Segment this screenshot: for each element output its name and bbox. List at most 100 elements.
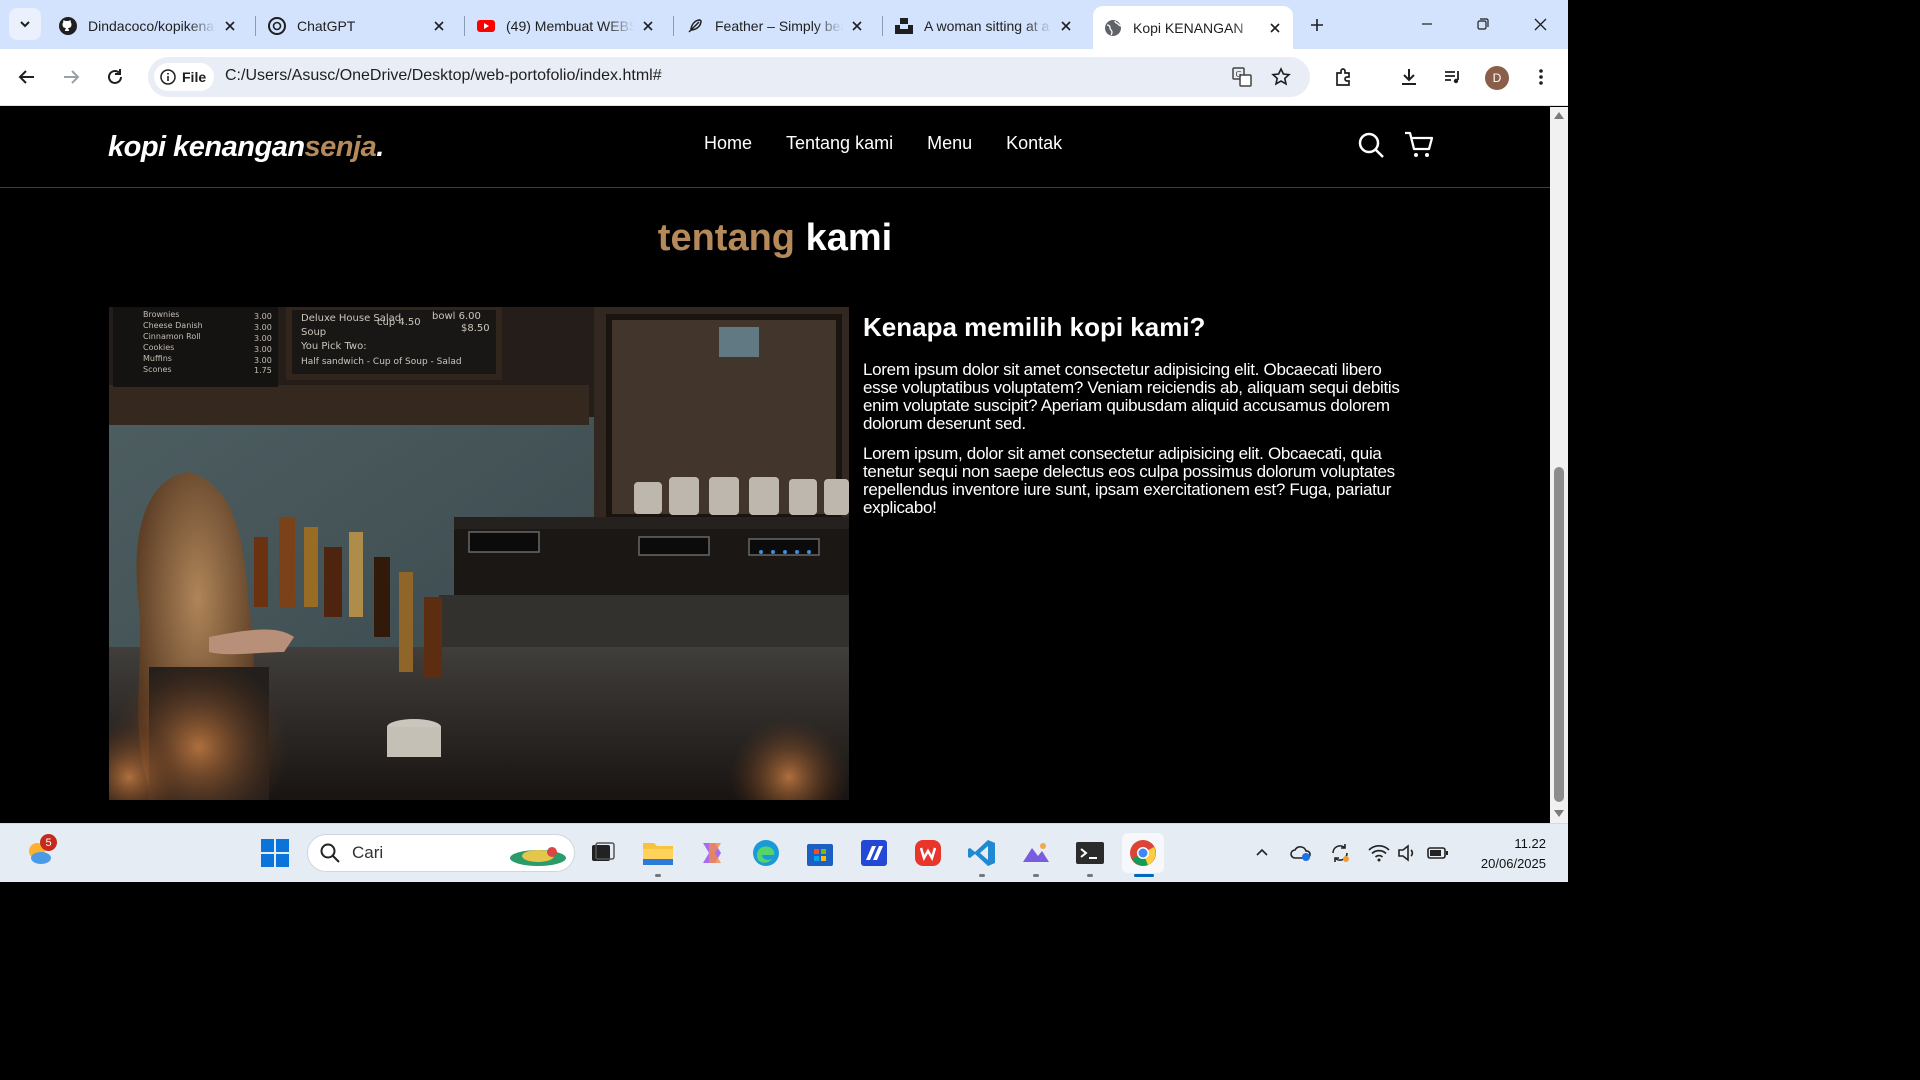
onedrive-tray[interactable] xyxy=(1289,841,1313,865)
profile-avatar[interactable]: D xyxy=(1485,66,1509,90)
wifi-icon xyxy=(1368,844,1390,862)
app-button[interactable] xyxy=(854,833,894,873)
scroll-down-arrow-icon[interactable] xyxy=(1554,810,1564,817)
nav-home[interactable]: Home xyxy=(704,133,752,154)
reload-button[interactable] xyxy=(99,61,131,93)
reload-icon xyxy=(106,68,124,86)
tab-youtube[interactable]: (49) Membuat WEBSITE xyxy=(466,8,666,43)
edge-icon xyxy=(751,838,781,868)
taskbar-search[interactable]: Cari xyxy=(307,834,575,872)
info-icon xyxy=(160,69,176,85)
tab-title: Feather – Simply beautiful xyxy=(715,17,843,34)
edge-button[interactable] xyxy=(746,833,786,873)
chevron-up-icon xyxy=(1255,846,1269,860)
translate-icon[interactable]: G xyxy=(1230,65,1254,89)
copilot-icon xyxy=(697,838,727,868)
about-content: Kenapa memilih kopi kami? Lorem ipsum do… xyxy=(863,312,1418,529)
scroll-up-arrow-icon[interactable] xyxy=(1554,112,1564,119)
bookmark-star-icon[interactable] xyxy=(1269,65,1293,89)
taskbar-search-placeholder: Cari xyxy=(352,843,384,862)
store-button[interactable] xyxy=(800,833,840,873)
forward-button[interactable] xyxy=(55,61,87,93)
windows-taskbar: 5 Cari 11.22 20/06/2025 xyxy=(0,823,1568,882)
page-scrollbar[interactable] xyxy=(1550,107,1568,823)
github-icon xyxy=(58,16,78,36)
start-button[interactable] xyxy=(255,833,295,873)
site-logo[interactable]: kopi kenangansenja. xyxy=(108,131,384,164)
battery-icon xyxy=(1427,846,1449,860)
restore-icon xyxy=(1477,18,1489,30)
url-text[interactable]: C:/Users/Asusc/OneDrive/Desktop/web-port… xyxy=(225,67,662,85)
tab-kopi-kenangan[interactable]: Kopi KENANGAN xyxy=(1093,6,1293,49)
copilot-button[interactable] xyxy=(692,833,732,873)
wps-office-button[interactable] xyxy=(908,833,948,873)
tab-feather[interactable]: Feather – Simply beautiful xyxy=(675,8,875,43)
close-icon[interactable] xyxy=(431,18,447,34)
vscode-icon xyxy=(967,838,997,868)
nav-kontak[interactable]: Kontak xyxy=(1006,133,1062,154)
site-info-chip[interactable]: File xyxy=(154,63,214,91)
terminal-button[interactable] xyxy=(1070,833,1110,873)
site-info-label: File xyxy=(182,69,207,85)
logo-accent: senja xyxy=(304,131,377,163)
tab-title: ChatGPT xyxy=(297,17,356,34)
tab-title: Kopi KENANGAN xyxy=(1133,19,1244,36)
search-icon[interactable] xyxy=(1355,129,1387,161)
plus-icon xyxy=(1310,18,1324,32)
tab-chatgpt[interactable]: ChatGPT xyxy=(257,8,457,43)
logo-main: kopi kenangan xyxy=(108,131,305,163)
tab-title: A woman sitting at a xyxy=(924,17,1050,34)
playlist-icon xyxy=(1443,67,1463,87)
battery-tray[interactable] xyxy=(1426,841,1450,865)
sync-tray[interactable] xyxy=(1328,841,1352,865)
about-heading: Kenapa memilih kopi kami? xyxy=(863,312,1206,342)
browser-toolbar: File C:/Users/Asusc/OneDrive/Desktop/web… xyxy=(0,49,1568,106)
task-view-button[interactable] xyxy=(583,833,623,873)
wifi-tray[interactable] xyxy=(1367,841,1391,865)
site-navbar: kopi kenangansenja. Home Tentang kami Me… xyxy=(0,107,1550,188)
chrome-button[interactable] xyxy=(1122,833,1164,873)
tab-title: (49) Membuat WEBSITE xyxy=(506,17,634,34)
speaker-icon xyxy=(1397,844,1419,862)
close-icon[interactable] xyxy=(222,18,238,34)
wps-icon xyxy=(913,838,943,868)
back-button[interactable] xyxy=(11,61,43,93)
scrollbar-thumb[interactable] xyxy=(1554,467,1564,802)
chevron-down-icon xyxy=(18,17,32,31)
terminal-icon xyxy=(1075,840,1105,866)
task-view-icon xyxy=(590,840,616,866)
tab-unsplash[interactable]: A woman sitting at a xyxy=(884,8,1084,43)
minimize-button[interactable] xyxy=(1413,10,1441,38)
restore-button[interactable] xyxy=(1469,10,1497,38)
web-page: kopi kenangansenja. Home Tentang kami Me… xyxy=(0,107,1550,823)
downloads-button[interactable] xyxy=(1393,61,1425,93)
new-tab-button[interactable] xyxy=(1304,12,1330,38)
extensions-button[interactable] xyxy=(1328,61,1360,93)
tab-search-button[interactable] xyxy=(9,8,41,40)
section-title-rest: kami xyxy=(795,217,893,259)
shopping-cart-icon[interactable] xyxy=(1403,129,1435,161)
arrow-left-icon xyxy=(18,68,36,86)
unsplash-icon xyxy=(894,16,914,36)
nav-tentang-kami[interactable]: Tentang kami xyxy=(786,133,893,154)
volume-tray[interactable] xyxy=(1396,841,1420,865)
notification-badge: 5 xyxy=(40,834,57,851)
menu-button[interactable] xyxy=(1525,61,1557,93)
close-icon[interactable] xyxy=(640,18,656,34)
show-hidden-icons-button[interactable] xyxy=(1250,841,1274,865)
address-bar[interactable]: File C:/Users/Asusc/OneDrive/Desktop/web… xyxy=(148,57,1310,97)
close-icon[interactable] xyxy=(849,18,865,34)
close-icon[interactable] xyxy=(1267,20,1283,36)
file-explorer-button[interactable] xyxy=(638,833,678,873)
taskbar-clock[interactable]: 11.22 20/06/2025 xyxy=(1462,834,1546,874)
tab-github[interactable]: Dindacoco/kopikenangan xyxy=(48,8,248,43)
close-window-button[interactable] xyxy=(1526,10,1554,38)
folder-icon xyxy=(642,839,674,867)
active-app-indicator xyxy=(1134,874,1154,877)
close-icon[interactable] xyxy=(1058,18,1074,34)
vscode-button[interactable] xyxy=(962,833,1002,873)
svg-text:G: G xyxy=(1236,70,1242,79)
nav-menu[interactable]: Menu xyxy=(927,133,972,154)
media-control-button[interactable] xyxy=(1437,61,1469,93)
app-button-2[interactable] xyxy=(1016,833,1056,873)
